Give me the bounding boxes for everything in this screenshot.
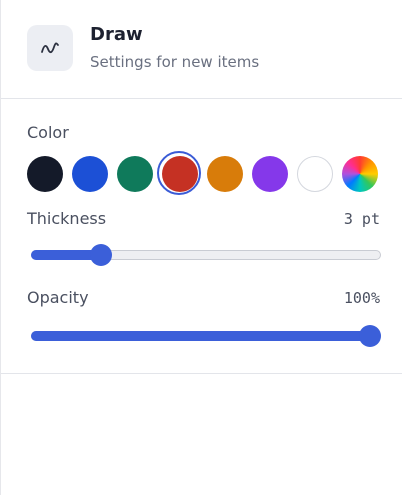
draw-squiggle-icon <box>27 25 73 71</box>
panel-subtitle: Settings for new items <box>90 53 260 71</box>
color-label: Color <box>27 123 69 142</box>
color-swatches <box>27 151 387 195</box>
opacity-label: Opacity <box>27 288 89 307</box>
settings-section: Color Thickness 3 pt Opacity 100% <box>1 100 402 374</box>
color-swatch-white[interactable] <box>297 156 333 192</box>
color-swatch-purple[interactable] <box>252 156 288 192</box>
thickness-slider-thumb[interactable] <box>90 244 113 266</box>
thickness-value: 3 pt <box>343 210 380 228</box>
panel-header: Draw Settings for new items <box>1 0 402 99</box>
panel-title: Draw <box>90 24 143 45</box>
opacity-slider-thumb[interactable] <box>359 325 381 347</box>
color-swatch-blue[interactable] <box>72 156 108 192</box>
color-swatch-orange[interactable] <box>207 156 243 192</box>
opacity-slider-fill <box>31 331 370 341</box>
color-swatch-black[interactable] <box>27 156 63 192</box>
color-swatch-green[interactable] <box>117 156 153 192</box>
color-swatch-custom[interactable] <box>342 156 378 192</box>
color-swatch-red[interactable] <box>157 151 201 195</box>
opacity-value: 100% <box>343 289 380 307</box>
thickness-label: Thickness <box>27 209 107 228</box>
opacity-slider[interactable] <box>31 325 381 348</box>
draw-settings-panel: Draw Settings for new items Color Thickn… <box>0 0 402 495</box>
thickness-slider[interactable] <box>31 244 381 267</box>
